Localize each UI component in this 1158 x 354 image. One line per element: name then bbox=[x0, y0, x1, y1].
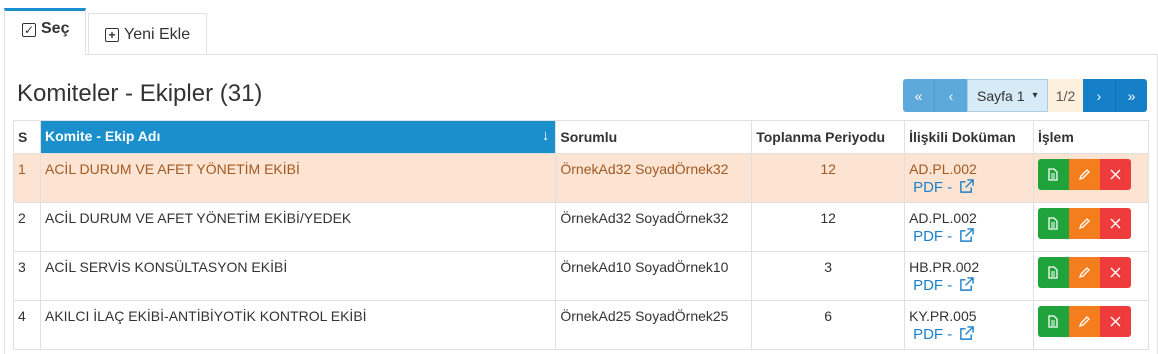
pdf-label: PDF - bbox=[913, 326, 957, 343]
delete-button[interactable] bbox=[1099, 159, 1131, 190]
delete-button[interactable] bbox=[1099, 306, 1131, 337]
table-row[interactable]: 2 ACİL DURUM VE AFET YÖNETİM EKİBİ/YEDEK Ö… bbox=[13, 202, 1150, 252]
table-row[interactable]: 4 AKILCI İLAÇ EKİBİ-ANTİBİYOTİK KONTROL E… bbox=[13, 300, 1150, 350]
pdf-link[interactable]: PDF - bbox=[913, 228, 975, 245]
row-actions bbox=[1032, 153, 1150, 203]
related-document: AD.PL.002 PDF - bbox=[904, 202, 1034, 252]
meeting-period: 6 bbox=[751, 300, 906, 350]
meeting-period: 3 bbox=[751, 251, 906, 301]
chevron-down-icon: ▾ bbox=[1032, 90, 1038, 101]
view-document-button[interactable] bbox=[1037, 257, 1069, 288]
pencil-icon bbox=[1078, 218, 1090, 230]
related-document: AD.PL.002 PDF - bbox=[904, 153, 1034, 203]
pdf-label: PDF - bbox=[913, 228, 957, 245]
close-icon bbox=[1110, 316, 1121, 327]
row-number: 4 bbox=[13, 300, 41, 350]
row-number: 1 bbox=[13, 153, 41, 203]
team-name: ACİL SERVİS KONSÜLTASYON EKİBİ bbox=[39, 251, 557, 301]
related-document: HB.PR.002 PDF - bbox=[904, 251, 1034, 301]
view-document-button[interactable] bbox=[1037, 159, 1069, 190]
row-number: 2 bbox=[13, 202, 41, 252]
plus-box-icon: + bbox=[105, 27, 119, 42]
edit-button[interactable] bbox=[1068, 208, 1100, 239]
col-header-owner[interactable]: Sorumlu bbox=[555, 120, 753, 154]
external-link-icon bbox=[960, 228, 975, 242]
related-document: KY.PR.005 PDF - bbox=[904, 300, 1034, 350]
owner-name: ÖrnekAd10 SoyadÖrnek10 bbox=[555, 251, 753, 301]
view-document-button[interactable] bbox=[1037, 306, 1069, 337]
edit-button[interactable] bbox=[1068, 257, 1100, 288]
pagination: « ‹ Sayfa 1 ▾ 1/2 › » bbox=[903, 79, 1147, 112]
col-header-name[interactable]: Komite - Ekip Adı ↓ bbox=[39, 120, 557, 154]
document-icon bbox=[1048, 217, 1059, 230]
document-icon bbox=[1048, 266, 1059, 279]
document-code: AD.PL.002 bbox=[909, 161, 977, 177]
pdf-link[interactable]: PDF - bbox=[913, 326, 975, 343]
page-title: Komiteler - Ekipler (31) bbox=[17, 80, 263, 107]
document-code: AD.PL.002 bbox=[909, 210, 977, 226]
tab-label: Yeni Ekle bbox=[124, 25, 191, 43]
delete-button[interactable] bbox=[1099, 208, 1131, 239]
tab-bar: ✓ Seç + Yeni Ekle bbox=[4, 8, 1158, 55]
external-link-icon bbox=[960, 326, 975, 340]
page-count: 1/2 bbox=[1048, 79, 1083, 112]
owner-name: ÖrnekAd32 SoyadÖrnek32 bbox=[555, 153, 753, 203]
sort-down-icon: ↓ bbox=[541, 127, 550, 144]
tab-label: Seç bbox=[41, 20, 70, 37]
page-select[interactable]: Sayfa 1 ▾ bbox=[967, 79, 1048, 112]
view-document-button[interactable] bbox=[1037, 208, 1069, 239]
table-header-row: S Komite - Ekip Adı ↓ Sorumlu Toplanma P… bbox=[13, 120, 1150, 154]
pdf-link[interactable]: PDF - bbox=[913, 179, 975, 196]
chevron-left-icon: ‹ bbox=[948, 87, 954, 104]
last-page-button[interactable]: » bbox=[1115, 79, 1147, 112]
chevron-right-icon: › bbox=[1096, 87, 1102, 104]
owner-name: ÖrnekAd25 SoyadÖrnek25 bbox=[555, 300, 753, 350]
tab-sec[interactable]: ✓ Seç bbox=[4, 8, 86, 55]
pdf-label: PDF - bbox=[913, 179, 957, 196]
document-icon bbox=[1048, 315, 1059, 328]
external-link-icon bbox=[960, 179, 975, 193]
committees-table: S Komite - Ekip Adı ↓ Sorumlu Toplanma P… bbox=[13, 120, 1150, 350]
document-code: HB.PR.002 bbox=[909, 259, 980, 275]
row-actions bbox=[1032, 251, 1150, 301]
col-header-s[interactable]: S bbox=[13, 120, 41, 154]
pencil-icon bbox=[1078, 169, 1090, 181]
document-code: KY.PR.005 bbox=[909, 308, 977, 324]
col-header-actions: İşlem bbox=[1032, 120, 1150, 154]
delete-button[interactable] bbox=[1099, 257, 1131, 288]
close-icon bbox=[1110, 267, 1121, 278]
edit-button[interactable] bbox=[1068, 159, 1100, 190]
table-row[interactable]: 3 ACİL SERVİS KONSÜLTASYON EKİBİ ÖrnekAd10… bbox=[13, 251, 1150, 301]
team-name: ACİL DURUM VE AFET YÖNETİM EKİBİ bbox=[39, 153, 557, 203]
pdf-label: PDF - bbox=[913, 277, 957, 294]
table-row[interactable]: 1 ACİL DURUM VE AFET YÖNETİM EKİBİ ÖrnekAd… bbox=[13, 153, 1150, 203]
close-icon bbox=[1110, 218, 1121, 229]
double-chevron-left-icon: « bbox=[914, 87, 923, 104]
pencil-icon bbox=[1078, 267, 1090, 279]
external-link-icon bbox=[960, 277, 975, 291]
team-name: ACİL DURUM VE AFET YÖNETİM EKİBİ/YEDEK bbox=[39, 202, 557, 252]
row-actions bbox=[1032, 202, 1150, 252]
row-actions bbox=[1032, 300, 1150, 350]
first-page-button[interactable]: « bbox=[903, 79, 935, 112]
double-chevron-right-icon: » bbox=[1127, 87, 1136, 104]
owner-name: ÖrnekAd32 SoyadÖrnek32 bbox=[555, 202, 753, 252]
row-number: 3 bbox=[13, 251, 41, 301]
team-name: AKILCI İLAÇ EKİBİ-ANTİBİYOTİK KONTROL EK… bbox=[39, 300, 557, 350]
pencil-icon bbox=[1078, 316, 1090, 328]
prev-page-button[interactable]: ‹ bbox=[935, 79, 967, 112]
close-icon bbox=[1110, 169, 1121, 180]
edit-button[interactable] bbox=[1068, 306, 1100, 337]
tab-yeni-ekle[interactable]: + Yeni Ekle bbox=[88, 13, 207, 55]
next-page-button[interactable]: › bbox=[1083, 79, 1115, 112]
page-select-value: Sayfa 1 bbox=[977, 87, 1025, 104]
col-header-period[interactable]: Toplanma Periyodu bbox=[751, 120, 906, 154]
document-icon bbox=[1048, 168, 1059, 181]
meeting-period: 12 bbox=[751, 153, 906, 203]
pdf-link[interactable]: PDF - bbox=[913, 277, 975, 294]
col-header-label: Komite - Ekip Adı bbox=[44, 128, 161, 144]
checkbox-icon: ✓ bbox=[22, 23, 36, 37]
meeting-period: 12 bbox=[751, 202, 906, 252]
col-header-document[interactable]: İlişkili Doküman bbox=[904, 120, 1034, 154]
